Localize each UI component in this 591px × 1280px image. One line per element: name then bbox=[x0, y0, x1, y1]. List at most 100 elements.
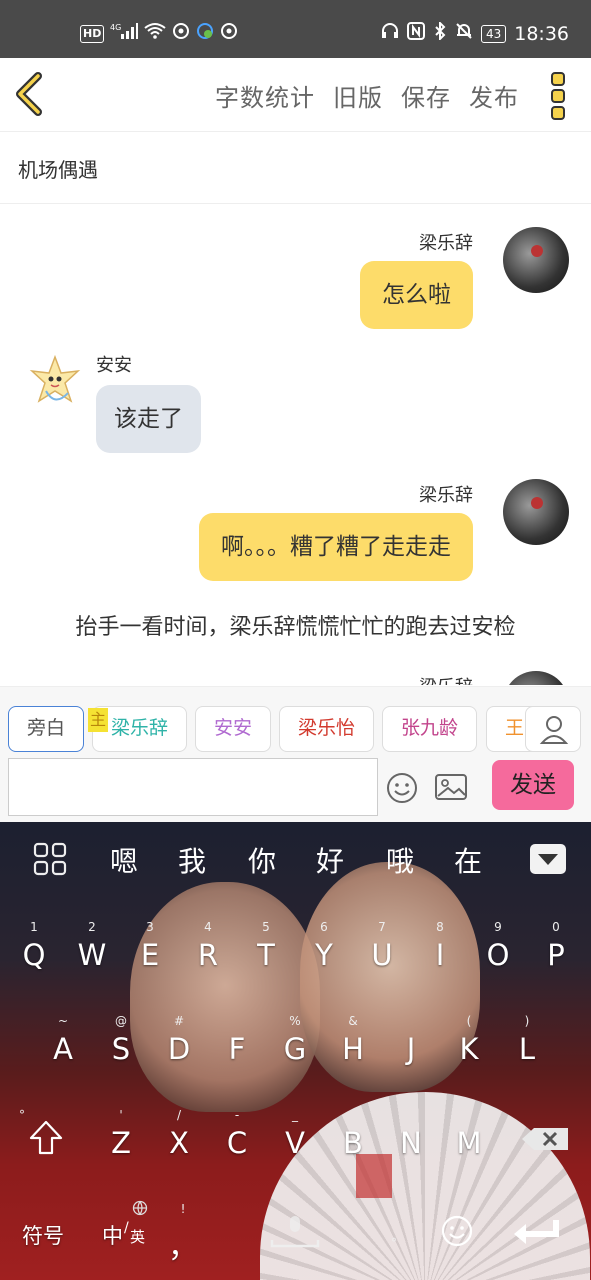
keyboard-menu-button[interactable] bbox=[33, 842, 67, 876]
chevron-down-icon bbox=[538, 854, 558, 865]
key-d[interactable]: D bbox=[159, 1032, 199, 1066]
message-input[interactable] bbox=[8, 758, 378, 816]
role-option-anan[interactable]: 安安 bbox=[195, 706, 271, 752]
candidate-word[interactable]: 你 bbox=[248, 840, 276, 880]
enter-key[interactable] bbox=[512, 1218, 560, 1248]
backspace-icon bbox=[522, 1128, 568, 1150]
candidate-word[interactable]: 我 bbox=[178, 840, 206, 880]
chat-message-right[interactable]: 梁乐辞 怎么啦 bbox=[89, 227, 569, 337]
avatar[interactable] bbox=[503, 479, 569, 545]
shift-key[interactable] bbox=[28, 1118, 64, 1158]
key-v[interactable]: V bbox=[275, 1126, 315, 1160]
back-button[interactable] bbox=[12, 72, 48, 116]
chat-message-left[interactable]: 安安 该走了 bbox=[24, 351, 504, 461]
key-z[interactable]: Z bbox=[101, 1126, 141, 1160]
key-o[interactable]: O bbox=[478, 938, 518, 972]
key-r[interactable]: R bbox=[188, 938, 228, 972]
key-s[interactable]: S bbox=[101, 1032, 141, 1066]
editor-toolbar: 字数统计 旧版 保存 发布 bbox=[0, 58, 591, 132]
key-j[interactable]: J bbox=[391, 1032, 431, 1066]
candidate-word[interactable]: 哦 bbox=[386, 840, 414, 880]
role-option-liang-leyi[interactable]: 梁乐怡 bbox=[279, 706, 374, 752]
signal-4g-icon: 4G bbox=[110, 22, 139, 45]
candidate-word[interactable]: 好 bbox=[316, 840, 344, 880]
role-label: 张九龄 bbox=[400, 717, 458, 739]
key-e[interactable]: E bbox=[130, 938, 170, 972]
key-symbol-hint: & bbox=[348, 1014, 358, 1028]
more-dots-icon[interactable] bbox=[551, 72, 569, 120]
key-symbol-hint: ( bbox=[466, 1014, 472, 1028]
key-m[interactable]: M bbox=[449, 1126, 489, 1160]
save-button[interactable]: 保存 bbox=[401, 78, 451, 113]
space-key[interactable] bbox=[270, 1214, 320, 1254]
language-switch-key[interactable]: 中 / 英 bbox=[100, 1200, 160, 1248]
message-bubble[interactable]: 该走了 bbox=[96, 385, 201, 453]
key-a[interactable]: A bbox=[43, 1032, 83, 1066]
key-h[interactable]: H bbox=[333, 1032, 373, 1066]
collapse-keyboard-button[interactable] bbox=[530, 844, 566, 874]
role-label: 旁白 bbox=[26, 717, 65, 739]
emoji-icon bbox=[387, 773, 417, 803]
avatar[interactable] bbox=[24, 351, 86, 413]
key-u[interactable]: U bbox=[362, 938, 402, 972]
key-p[interactable]: P bbox=[536, 938, 576, 972]
key-symbol-hint: _ bbox=[292, 1108, 298, 1122]
key-i[interactable]: I bbox=[420, 938, 460, 972]
role-label: 梁乐怡 bbox=[297, 717, 355, 739]
role-option-narrator[interactable]: 旁白 bbox=[8, 706, 84, 752]
add-role-button[interactable] bbox=[525, 706, 581, 752]
message-bubble[interactable]: 怎么啦 bbox=[360, 261, 473, 329]
key-b[interactable]: B bbox=[333, 1126, 373, 1160]
mute-icon bbox=[455, 22, 473, 45]
nfc-icon bbox=[406, 22, 425, 45]
key-q[interactable]: Q bbox=[14, 938, 54, 972]
key-y[interactable]: Y bbox=[304, 938, 344, 972]
role-option-zhang-jiuling[interactable]: 张九龄 bbox=[382, 706, 477, 752]
key-l[interactable]: L bbox=[507, 1032, 547, 1066]
hd-icon: HD bbox=[80, 24, 105, 43]
key-number-hint: 5 bbox=[262, 920, 270, 934]
main-role-badge: 主 bbox=[88, 708, 108, 732]
narration-text[interactable]: 抬手一看时间，梁乐辞慌慌忙忙的跑去过安检 bbox=[0, 609, 591, 641]
avatar[interactable] bbox=[503, 671, 569, 685]
sync-icon bbox=[220, 22, 238, 45]
language-slash: / bbox=[124, 1220, 129, 1236]
emoji-key[interactable] bbox=[440, 1214, 474, 1248]
key-c[interactable]: C bbox=[217, 1126, 257, 1160]
status-bar: HD 4G 43 18:36 bbox=[0, 0, 591, 58]
key-symbol-hint: ° bbox=[391, 1236, 397, 1250]
key-x[interactable]: X bbox=[159, 1126, 199, 1160]
key-k[interactable]: K bbox=[449, 1032, 489, 1066]
avatar[interactable] bbox=[503, 227, 569, 293]
key-symbol-hint: # bbox=[173, 1014, 185, 1028]
key-symbol-hint: - bbox=[234, 1108, 240, 1122]
key-symbol-hint: ! bbox=[180, 1202, 186, 1216]
message-bubble[interactable]: 啊。。。糟了糟了走走走 bbox=[199, 513, 473, 581]
publish-button[interactable]: 发布 bbox=[469, 78, 519, 113]
key-number-hint: 7 bbox=[378, 920, 386, 934]
star-mascot-icon bbox=[29, 354, 81, 403]
role-label: 安安 bbox=[213, 717, 252, 739]
key-t[interactable]: T bbox=[246, 938, 286, 972]
key-n[interactable]: N bbox=[391, 1126, 431, 1160]
old-version-button[interactable]: 旧版 bbox=[333, 78, 383, 113]
send-button[interactable]: 发送 bbox=[492, 760, 574, 810]
chat-message-right[interactable]: 梁乐辞 啊。。。糟了糟了走走走 bbox=[89, 479, 569, 589]
chat-message-right[interactable]: 梁乐辞 bbox=[89, 671, 569, 685]
emoji-button[interactable] bbox=[386, 772, 418, 804]
comma-key[interactable]: ， bbox=[168, 1222, 198, 1266]
symbols-key[interactable]: 符号 bbox=[22, 1220, 64, 1250]
image-button[interactable] bbox=[434, 772, 468, 802]
chat-area[interactable]: 梁乐辞 怎么啦 安安 该走了 梁乐辞 啊。。。糟了糟了走走走 抬手一看时间，梁乐… bbox=[0, 205, 591, 685]
key-w[interactable]: W bbox=[72, 938, 112, 972]
backspace-key[interactable] bbox=[520, 1126, 570, 1152]
candidate-word[interactable]: 在 bbox=[454, 840, 482, 880]
key-f[interactable]: F bbox=[217, 1032, 257, 1066]
key-number-hint: 4 bbox=[204, 920, 212, 934]
word-count-button[interactable]: 字数统计 bbox=[215, 78, 315, 113]
vpn-icon bbox=[196, 22, 214, 45]
candidate-word[interactable]: 嗯 bbox=[110, 840, 138, 880]
composer-row: 发送 bbox=[0, 756, 591, 822]
key-g[interactable]: G bbox=[275, 1032, 315, 1066]
doc-title-row[interactable]: 机场偶遇 bbox=[0, 132, 591, 204]
